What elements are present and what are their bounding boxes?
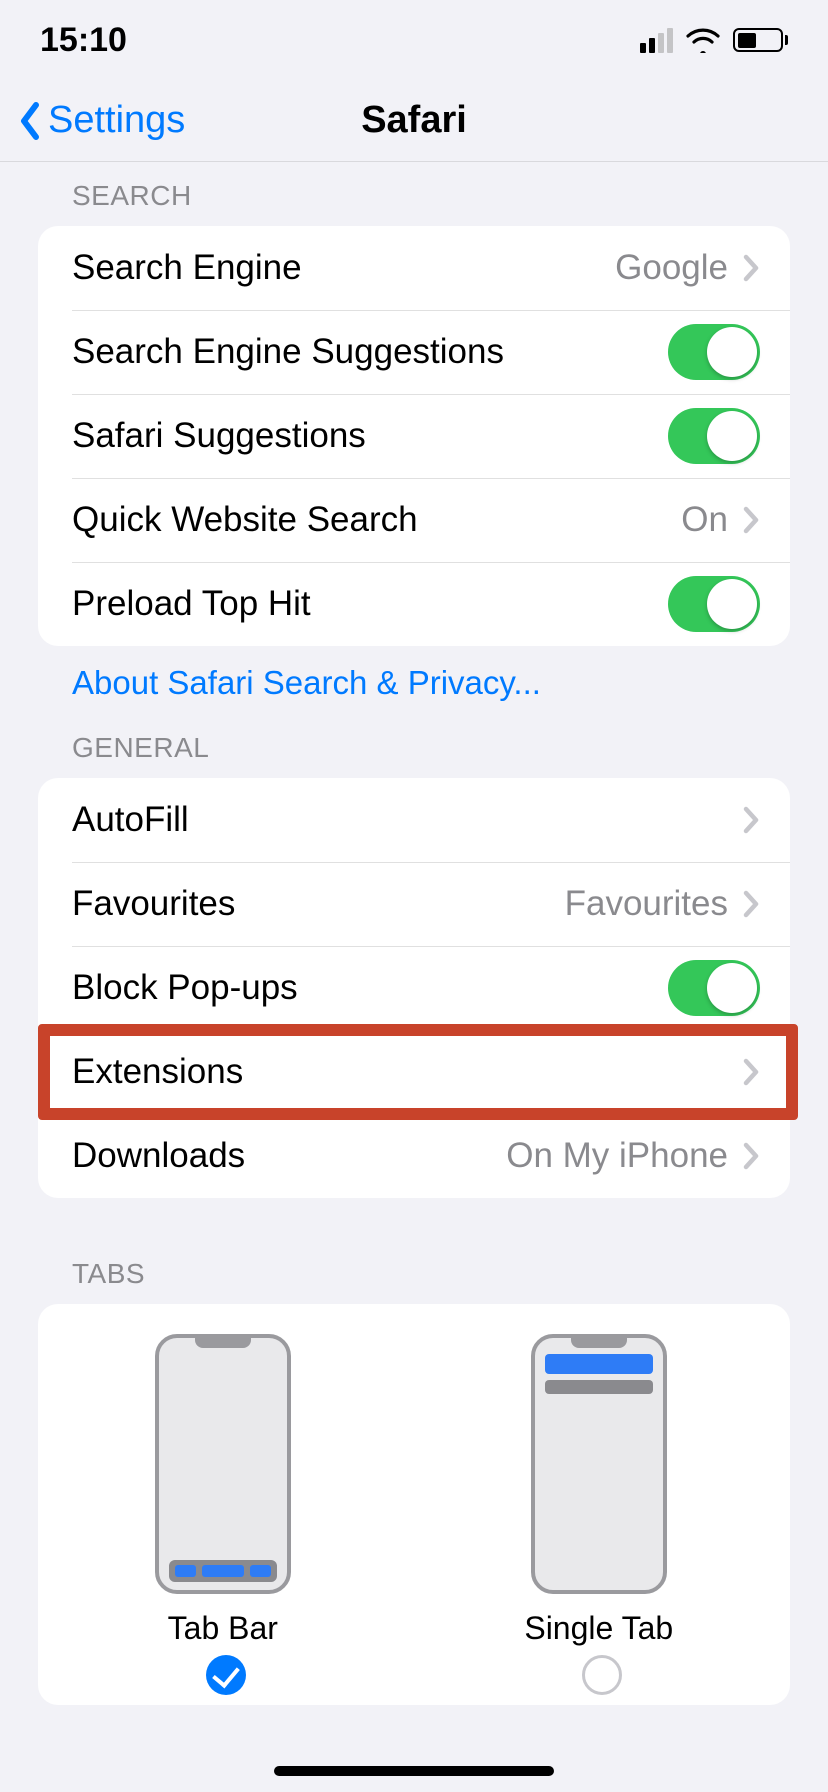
autofill-label: AutoFill	[72, 800, 742, 840]
single-tab-radio[interactable]	[582, 1655, 622, 1695]
status-time: 15:10	[40, 21, 127, 60]
favourites-label: Favourites	[72, 884, 565, 924]
quick-website-search-label: Quick Website Search	[72, 500, 681, 540]
singletab-preview-icon	[531, 1334, 667, 1594]
tab-option-tabbar[interactable]: Tab Bar	[155, 1334, 291, 1647]
section-header-tabs: TABS	[0, 1198, 828, 1304]
extensions-label: Extensions	[72, 1052, 742, 1092]
downloads-value: On My iPhone	[506, 1136, 728, 1176]
nav-bar: Settings Safari	[0, 80, 828, 162]
chevron-right-icon	[742, 1057, 760, 1087]
safari-suggestions-row: Safari Suggestions	[38, 394, 790, 478]
tabs-group: Tab Bar Single Tab	[38, 1304, 790, 1705]
tabbar-preview-icon	[155, 1334, 291, 1594]
tab-bar-label: Tab Bar	[168, 1610, 278, 1647]
status-right	[640, 27, 788, 53]
wifi-icon	[685, 27, 721, 53]
chevron-right-icon	[742, 805, 760, 835]
cellular-signal-icon	[640, 28, 673, 53]
block-popups-row: Block Pop-ups	[38, 946, 790, 1030]
chevron-left-icon	[18, 101, 42, 141]
status-bar: 15:10	[0, 0, 828, 80]
chevron-right-icon	[742, 889, 760, 919]
search-suggestions-row: Search Engine Suggestions	[38, 310, 790, 394]
preload-top-hit-toggle[interactable]	[668, 576, 760, 632]
quick-website-search-value: On	[681, 500, 728, 540]
battery-icon	[733, 28, 788, 52]
back-label: Settings	[48, 99, 185, 142]
search-engine-value: Google	[615, 248, 728, 288]
tab-option-singletab[interactable]: Single Tab	[524, 1334, 673, 1647]
search-group: Search Engine Google Search Engine Sugge…	[38, 226, 790, 646]
downloads-label: Downloads	[72, 1136, 506, 1176]
tab-bar-radio[interactable]	[206, 1655, 246, 1695]
chevron-right-icon	[742, 1141, 760, 1171]
section-header-search: SEARCH	[0, 162, 828, 226]
about-search-privacy-link[interactable]: About Safari Search & Privacy...	[0, 646, 828, 702]
chevron-right-icon	[742, 505, 760, 535]
chevron-right-icon	[742, 253, 760, 283]
downloads-row[interactable]: Downloads On My iPhone	[38, 1114, 790, 1198]
favourites-value: Favourites	[565, 884, 728, 924]
search-engine-row[interactable]: Search Engine Google	[38, 226, 790, 310]
quick-website-search-row[interactable]: Quick Website Search On	[38, 478, 790, 562]
search-suggestions-toggle[interactable]	[668, 324, 760, 380]
block-popups-toggle[interactable]	[668, 960, 760, 1016]
search-engine-label: Search Engine	[72, 248, 615, 288]
autofill-row[interactable]: AutoFill	[38, 778, 790, 862]
block-popups-label: Block Pop-ups	[72, 968, 668, 1008]
favourites-row[interactable]: Favourites Favourites	[38, 862, 790, 946]
search-suggestions-label: Search Engine Suggestions	[72, 332, 668, 372]
section-header-general: GENERAL	[0, 702, 828, 778]
safari-suggestions-toggle[interactable]	[668, 408, 760, 464]
home-indicator[interactable]	[274, 1766, 554, 1776]
safari-suggestions-label: Safari Suggestions	[72, 416, 668, 456]
preload-top-hit-label: Preload Top Hit	[72, 584, 668, 624]
single-tab-label: Single Tab	[524, 1610, 673, 1647]
extensions-row[interactable]: Extensions	[38, 1030, 790, 1114]
general-group: AutoFill Favourites Favourites Block Pop…	[38, 778, 790, 1198]
back-button[interactable]: Settings	[18, 99, 185, 142]
preload-top-hit-row: Preload Top Hit	[38, 562, 790, 646]
